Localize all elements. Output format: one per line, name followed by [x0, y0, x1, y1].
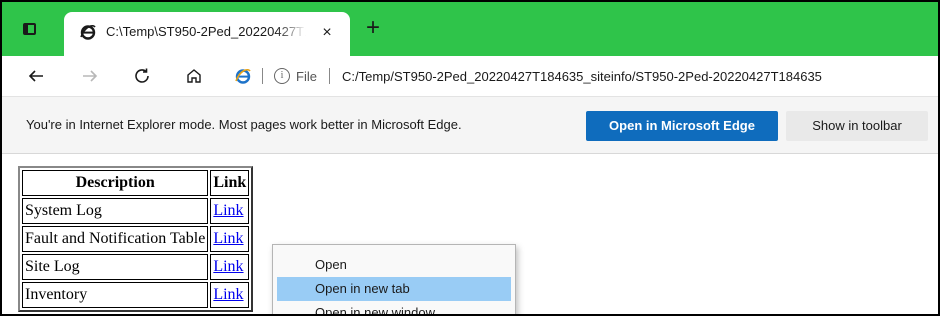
internet-explorer-icon [80, 24, 96, 40]
table-row: System Log Link [22, 198, 250, 224]
context-menu: Open Open in new tab Open in new window [272, 244, 516, 314]
row-link[interactable]: Link [213, 286, 243, 303]
menu-item-open[interactable]: Open [277, 253, 511, 277]
table-row: Fault and Notification Table Link [22, 226, 250, 252]
home-icon[interactable] [182, 64, 206, 88]
ie-mode-infobar: You're in Internet Explorer mode. Most p… [2, 97, 938, 154]
row-description: Fault and Notification Table [22, 226, 209, 252]
table-row: Inventory Link [22, 282, 250, 308]
refresh-icon[interactable] [130, 64, 154, 88]
column-header-link: Link [210, 170, 250, 196]
column-header-description: Description [22, 170, 209, 196]
table-row: Site Log Link [22, 254, 250, 280]
tab-actions-icon[interactable] [16, 16, 42, 42]
open-in-edge-button[interactable]: Open in Microsoft Edge [586, 111, 778, 141]
close-tab-icon[interactable]: × [316, 22, 338, 44]
back-arrow-icon[interactable] [24, 64, 48, 88]
tab-strip: C:\Temp\ST950-2Ped_20220427T184635_sitei… [2, 2, 938, 56]
row-link-cell: Link [210, 254, 250, 280]
row-link-cell: Link [210, 282, 250, 308]
tab-title: C:\Temp\ST950-2Ped_20220427T184635_sitei… [106, 24, 306, 39]
links-table: Description Link System Log Link Fault a… [18, 166, 254, 312]
scheme-label: File [296, 69, 317, 84]
row-description: Site Log [22, 254, 209, 280]
address-separator [329, 68, 330, 84]
row-link[interactable]: Link [213, 258, 243, 275]
menu-item-open-new-window[interactable]: Open in new window [277, 301, 511, 314]
row-link-cell: Link [210, 226, 250, 252]
row-link[interactable]: Link [213, 230, 243, 247]
row-description: Inventory [22, 282, 209, 308]
table-header-row: Description Link [22, 170, 250, 196]
navigation-toolbar: i File C:/Temp/ST950-2Ped_20220427T18463… [2, 56, 938, 97]
new-tab-button[interactable]: + [360, 16, 386, 42]
menu-item-open-new-tab[interactable]: Open in new tab [277, 277, 511, 301]
browser-tab[interactable]: C:\Temp\ST950-2Ped_20220427T184635_sitei… [64, 12, 350, 56]
browser-window: C:\Temp\ST950-2Ped_20220427T184635_sitei… [2, 2, 938, 314]
address-bar[interactable]: i File C:/Temp/ST950-2Ped_20220427T18463… [230, 61, 938, 91]
row-description: System Log [22, 198, 209, 224]
show-in-toolbar-button[interactable]: Show in toolbar [786, 111, 928, 141]
infobar-message: You're in Internet Explorer mode. Most p… [26, 117, 462, 132]
url-text[interactable]: C:/Temp/ST950-2Ped_20220427T184635_sitei… [342, 69, 822, 84]
info-icon[interactable]: i [274, 68, 290, 84]
row-link[interactable]: Link [213, 202, 243, 219]
row-link-cell: Link [210, 198, 250, 224]
internet-explorer-mode-icon[interactable] [234, 67, 252, 85]
forward-arrow-icon[interactable] [78, 64, 102, 88]
address-separator [262, 68, 263, 84]
